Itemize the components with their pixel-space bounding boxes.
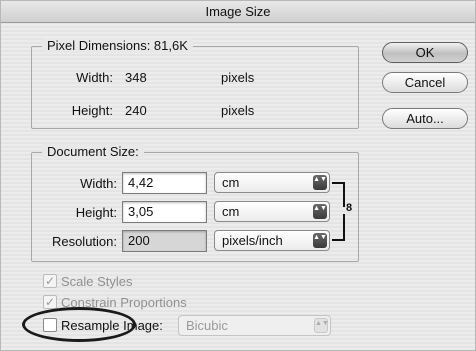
pixel-height-unit: pixels xyxy=(221,103,255,118)
constrain-proportions-checkbox[interactable]: ✓ xyxy=(43,295,57,309)
dialog-title: Image Size xyxy=(1,1,475,23)
popup-arrows-icon: ▲▼ xyxy=(314,318,329,333)
doc-height-unit-select[interactable]: cm ▲▼ xyxy=(214,201,330,222)
resolution-label: Resolution: xyxy=(51,234,117,249)
chain-link-icon: 8 xyxy=(346,202,353,214)
resolution-unit-select[interactable]: pixels/inch ▲▼ xyxy=(214,230,330,251)
resolution-unit-label: pixels/inch xyxy=(222,233,283,248)
doc-height-unit-label: cm xyxy=(222,204,240,219)
pixel-width-unit: pixels xyxy=(221,70,255,85)
resample-method-select[interactable]: Bicubic ▲▼ xyxy=(178,315,331,336)
document-size-legend: Document Size: xyxy=(42,144,144,159)
ok-button[interactable]: OK xyxy=(382,42,468,63)
pixel-height-label: Height: xyxy=(71,103,113,118)
doc-width-unit-label: cm xyxy=(222,175,240,190)
cancel-button[interactable]: Cancel xyxy=(382,72,468,93)
link-bracket-top xyxy=(332,182,345,207)
link-bracket-bottom xyxy=(332,214,345,241)
highlight-ellipse xyxy=(22,307,136,342)
pixel-width-value: 348 xyxy=(125,70,147,85)
pixel-width-label: Width: xyxy=(76,70,113,85)
doc-height-label: Height: xyxy=(75,205,117,220)
scale-styles-label: Scale Styles xyxy=(61,274,133,289)
doc-width-label: Width: xyxy=(80,176,117,191)
doc-height-field[interactable]: 3,05 xyxy=(122,201,207,223)
pixel-dimensions-legend: Pixel Dimensions: 81,6K xyxy=(42,38,193,53)
popup-arrows-icon: ▲▼ xyxy=(313,233,327,248)
doc-width-field[interactable]: 4,42 xyxy=(122,172,207,194)
auto-button[interactable]: Auto... xyxy=(382,108,468,129)
pixel-height-value: 240 xyxy=(125,103,147,118)
resolution-field[interactable]: 200 xyxy=(122,230,207,252)
popup-arrows-icon: ▲▼ xyxy=(313,204,327,219)
resample-method-label: Bicubic xyxy=(186,318,228,333)
doc-width-unit-select[interactable]: cm ▲▼ xyxy=(214,172,330,193)
popup-arrows-icon: ▲▼ xyxy=(313,175,327,190)
image-size-dialog: Image Size Pixel Dimensions: 81,6K Width… xyxy=(0,0,476,351)
scale-styles-checkbox[interactable]: ✓ xyxy=(43,274,57,288)
